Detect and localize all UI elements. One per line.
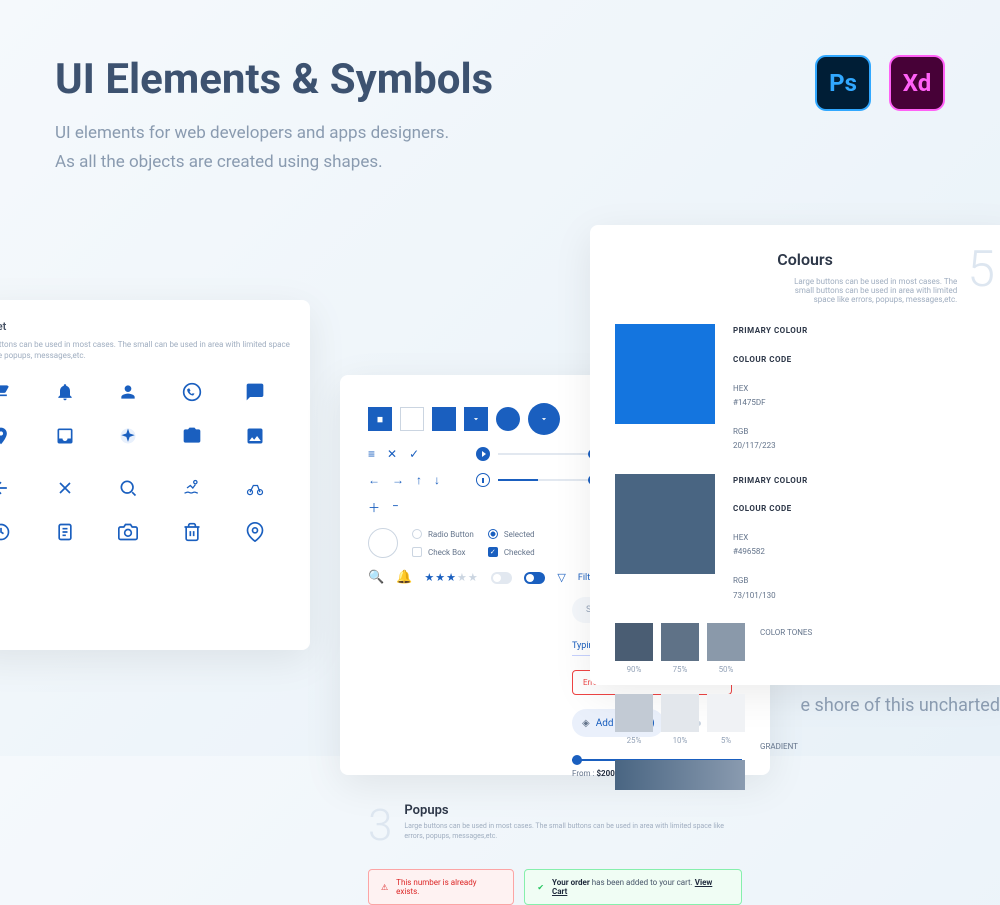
trash-icon	[181, 521, 203, 543]
tone-25	[615, 694, 653, 732]
up-icon: ↑	[416, 473, 422, 487]
check-icon: ✓	[409, 447, 419, 461]
photoshop-badge: Ps	[815, 55, 871, 111]
left-icon: ←	[368, 473, 380, 487]
phone-icon	[181, 381, 203, 403]
tone-75	[661, 623, 699, 661]
icon-grid-filled	[0, 381, 290, 447]
circle-button[interactable]	[496, 407, 520, 431]
tones-label: COLOR TONES	[760, 628, 812, 637]
gradient-swatch	[615, 760, 745, 790]
card-icon-set: Set buttons can be used in most cases. T…	[0, 300, 310, 650]
popups-desc: Large buttons can be used in most cases.…	[368, 822, 742, 842]
radio-checked[interactable]	[488, 529, 498, 539]
checkbox-checked[interactable]: ✓	[488, 547, 498, 557]
iconset-title: Set	[0, 320, 290, 333]
toggle-off[interactable]	[491, 572, 512, 584]
checkbox-unchecked[interactable]	[412, 547, 422, 557]
loader-circle	[368, 528, 398, 558]
bicycle-icon	[244, 477, 266, 499]
swatch-slate	[615, 474, 715, 574]
slider-progress[interactable]	[498, 479, 598, 481]
gradient-label: GRADIENT	[760, 742, 812, 751]
notification-icon: 🔔	[396, 570, 412, 585]
toggle-on[interactable]	[524, 572, 545, 584]
chevron-down-button[interactable]	[464, 407, 488, 431]
menu-icon: ≡	[368, 447, 375, 461]
note-icon	[54, 521, 76, 543]
swatch-primary-2: PRIMARY COLOUR COLOUR CODE HEX #496582 R…	[615, 474, 995, 604]
icon-grid-outline	[0, 477, 290, 543]
play-button[interactable]	[476, 447, 490, 461]
arrow-left-icon	[0, 477, 12, 499]
tone-50	[707, 623, 745, 661]
tone-10	[661, 694, 699, 732]
tone-90	[615, 623, 653, 661]
section-number: 3	[368, 803, 392, 847]
star-rating[interactable]: ★★★★★	[424, 571, 478, 584]
square-button[interactable]	[432, 407, 456, 431]
inbox-icon	[54, 425, 76, 447]
popups-title: Popups	[368, 803, 742, 818]
minus-icon: −	[392, 499, 399, 516]
colours-number: 5	[967, 250, 995, 290]
pause-button[interactable]	[476, 473, 490, 487]
slider-empty[interactable]	[498, 453, 598, 455]
app-badges: Ps Xd	[815, 55, 945, 111]
card-colours: Colours Large buttons can be used in mos…	[590, 225, 1000, 685]
alert-success: ✔ Your order has been added to your cart…	[524, 869, 742, 905]
colours-desc: Large buttons can be used in most cases.…	[777, 277, 957, 304]
xd-badge: Xd	[889, 55, 945, 111]
chevron-down-button-outline[interactable]	[400, 407, 424, 431]
tone-5	[707, 694, 745, 732]
alert-error: ⚠ This number is already exists.	[368, 869, 514, 905]
iconset-desc: buttons can be used in most cases. The s…	[0, 339, 290, 361]
warning-icon: ⚠	[381, 883, 388, 892]
button-variants-row	[368, 403, 598, 435]
down-icon: ↓	[434, 473, 440, 487]
header: UI Elements & Symbols UI elements for we…	[55, 55, 945, 177]
bell-icon	[54, 381, 76, 403]
check-circle-icon: ✔	[537, 883, 544, 892]
color-tones-row2	[615, 694, 745, 732]
close-icon	[54, 477, 76, 499]
color-tones-row1	[615, 623, 745, 661]
pin-outline-icon	[244, 521, 266, 543]
swim-icon	[181, 477, 203, 499]
swatch-blue	[615, 324, 715, 424]
user-icon	[117, 381, 139, 403]
image-icon	[244, 425, 266, 447]
clock-icon	[0, 521, 12, 543]
radio-unchecked[interactable]	[412, 529, 422, 539]
chat-icon	[244, 381, 266, 403]
filter-icon: ▽	[557, 571, 565, 584]
x-icon: ✕	[387, 447, 397, 461]
camera-outline-icon	[117, 521, 139, 543]
plus-icon: ＋	[368, 499, 380, 516]
background-text: e shore of this uncharted	[801, 695, 1000, 716]
cart-icon	[0, 381, 12, 403]
search-icon	[117, 477, 139, 499]
colours-title: Colours	[777, 250, 957, 269]
swatch-primary-1: PRIMARY COLOUR COLOUR CODE HEX #1475DF R…	[615, 324, 995, 454]
chevron-down-button-large[interactable]	[528, 403, 560, 435]
trash-button[interactable]	[368, 407, 392, 431]
popups-section: 3 Popups Large buttons can be used in mo…	[368, 803, 742, 905]
right-icon: →	[392, 473, 404, 487]
zoom-icon: 🔍	[368, 570, 384, 585]
navigation-icon	[117, 425, 139, 447]
page-title: UI Elements & Symbols	[55, 55, 945, 104]
location-icon	[0, 425, 12, 447]
subtitle: UI elements for web developers and apps …	[55, 119, 945, 177]
camera-icon	[181, 425, 203, 447]
